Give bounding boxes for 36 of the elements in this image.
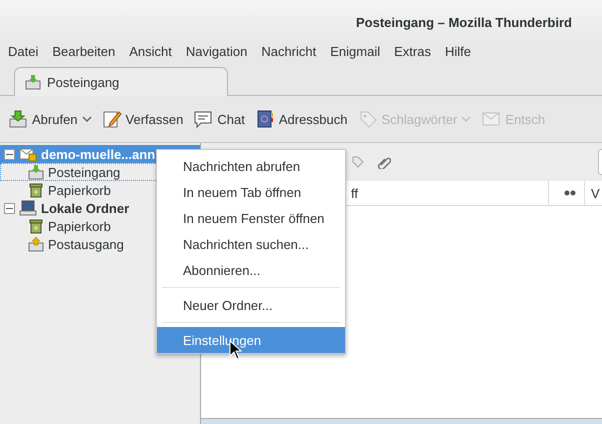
pencil-notepad-icon — [102, 109, 122, 129]
menu-item[interactable]: Bearbeiten — [48, 44, 120, 62]
window-title: Posteingang – Mozilla Thunderbird — [356, 14, 572, 30]
trash-can-icon — [28, 182, 44, 198]
envelope-lock-icon — [19, 146, 37, 162]
tab[interactable]: Posteingang — [14, 67, 228, 96]
menu-item[interactable]: Enigmail — [326, 44, 384, 62]
toolbar-button[interactable]: Adressbuch — [254, 109, 348, 129]
toolbar-button[interactable]: Verfassen — [102, 109, 184, 129]
menu-item[interactable]: Ansicht — [125, 44, 176, 62]
context-menu-item[interactable]: Abonnieren... — [157, 257, 345, 283]
collapse-icon[interactable] — [4, 202, 15, 214]
inbox-icon — [28, 164, 44, 180]
context-menu-item[interactable]: Nachrichten suchen... — [157, 231, 345, 257]
tag-icon — [358, 109, 378, 129]
column-header[interactable]: V — [584, 181, 602, 205]
paperclip-icon[interactable] — [377, 155, 391, 169]
context-menu-item[interactable]: In neuem Fenster öffnen — [157, 205, 345, 231]
menu-item[interactable]: Nachricht — [257, 44, 320, 62]
trash-can-icon — [28, 218, 44, 234]
read-status-icon — [564, 190, 576, 196]
menu-item[interactable]: Extras — [390, 44, 435, 62]
menu-item[interactable]: Hilfe — [440, 44, 475, 62]
inbox-icon — [25, 74, 41, 90]
computer-icon — [19, 200, 37, 216]
speech-bubble-icon — [193, 109, 214, 129]
outbox-icon — [28, 236, 44, 252]
toolbar-button[interactable]: Abrufen — [8, 109, 92, 129]
menu-item[interactable]: Datei — [4, 44, 42, 62]
address-book-icon — [254, 109, 275, 129]
context-menu-item[interactable]: In neuem Tab öffnen — [157, 179, 345, 205]
toolbar-button[interactable]: Chat — [193, 109, 245, 129]
context-menu-item[interactable]: Neuer Ordner... — [157, 292, 345, 318]
inbox-download-icon — [8, 109, 28, 129]
collapse-icon[interactable] — [4, 148, 15, 160]
menu-item[interactable]: Navigation — [182, 44, 252, 62]
